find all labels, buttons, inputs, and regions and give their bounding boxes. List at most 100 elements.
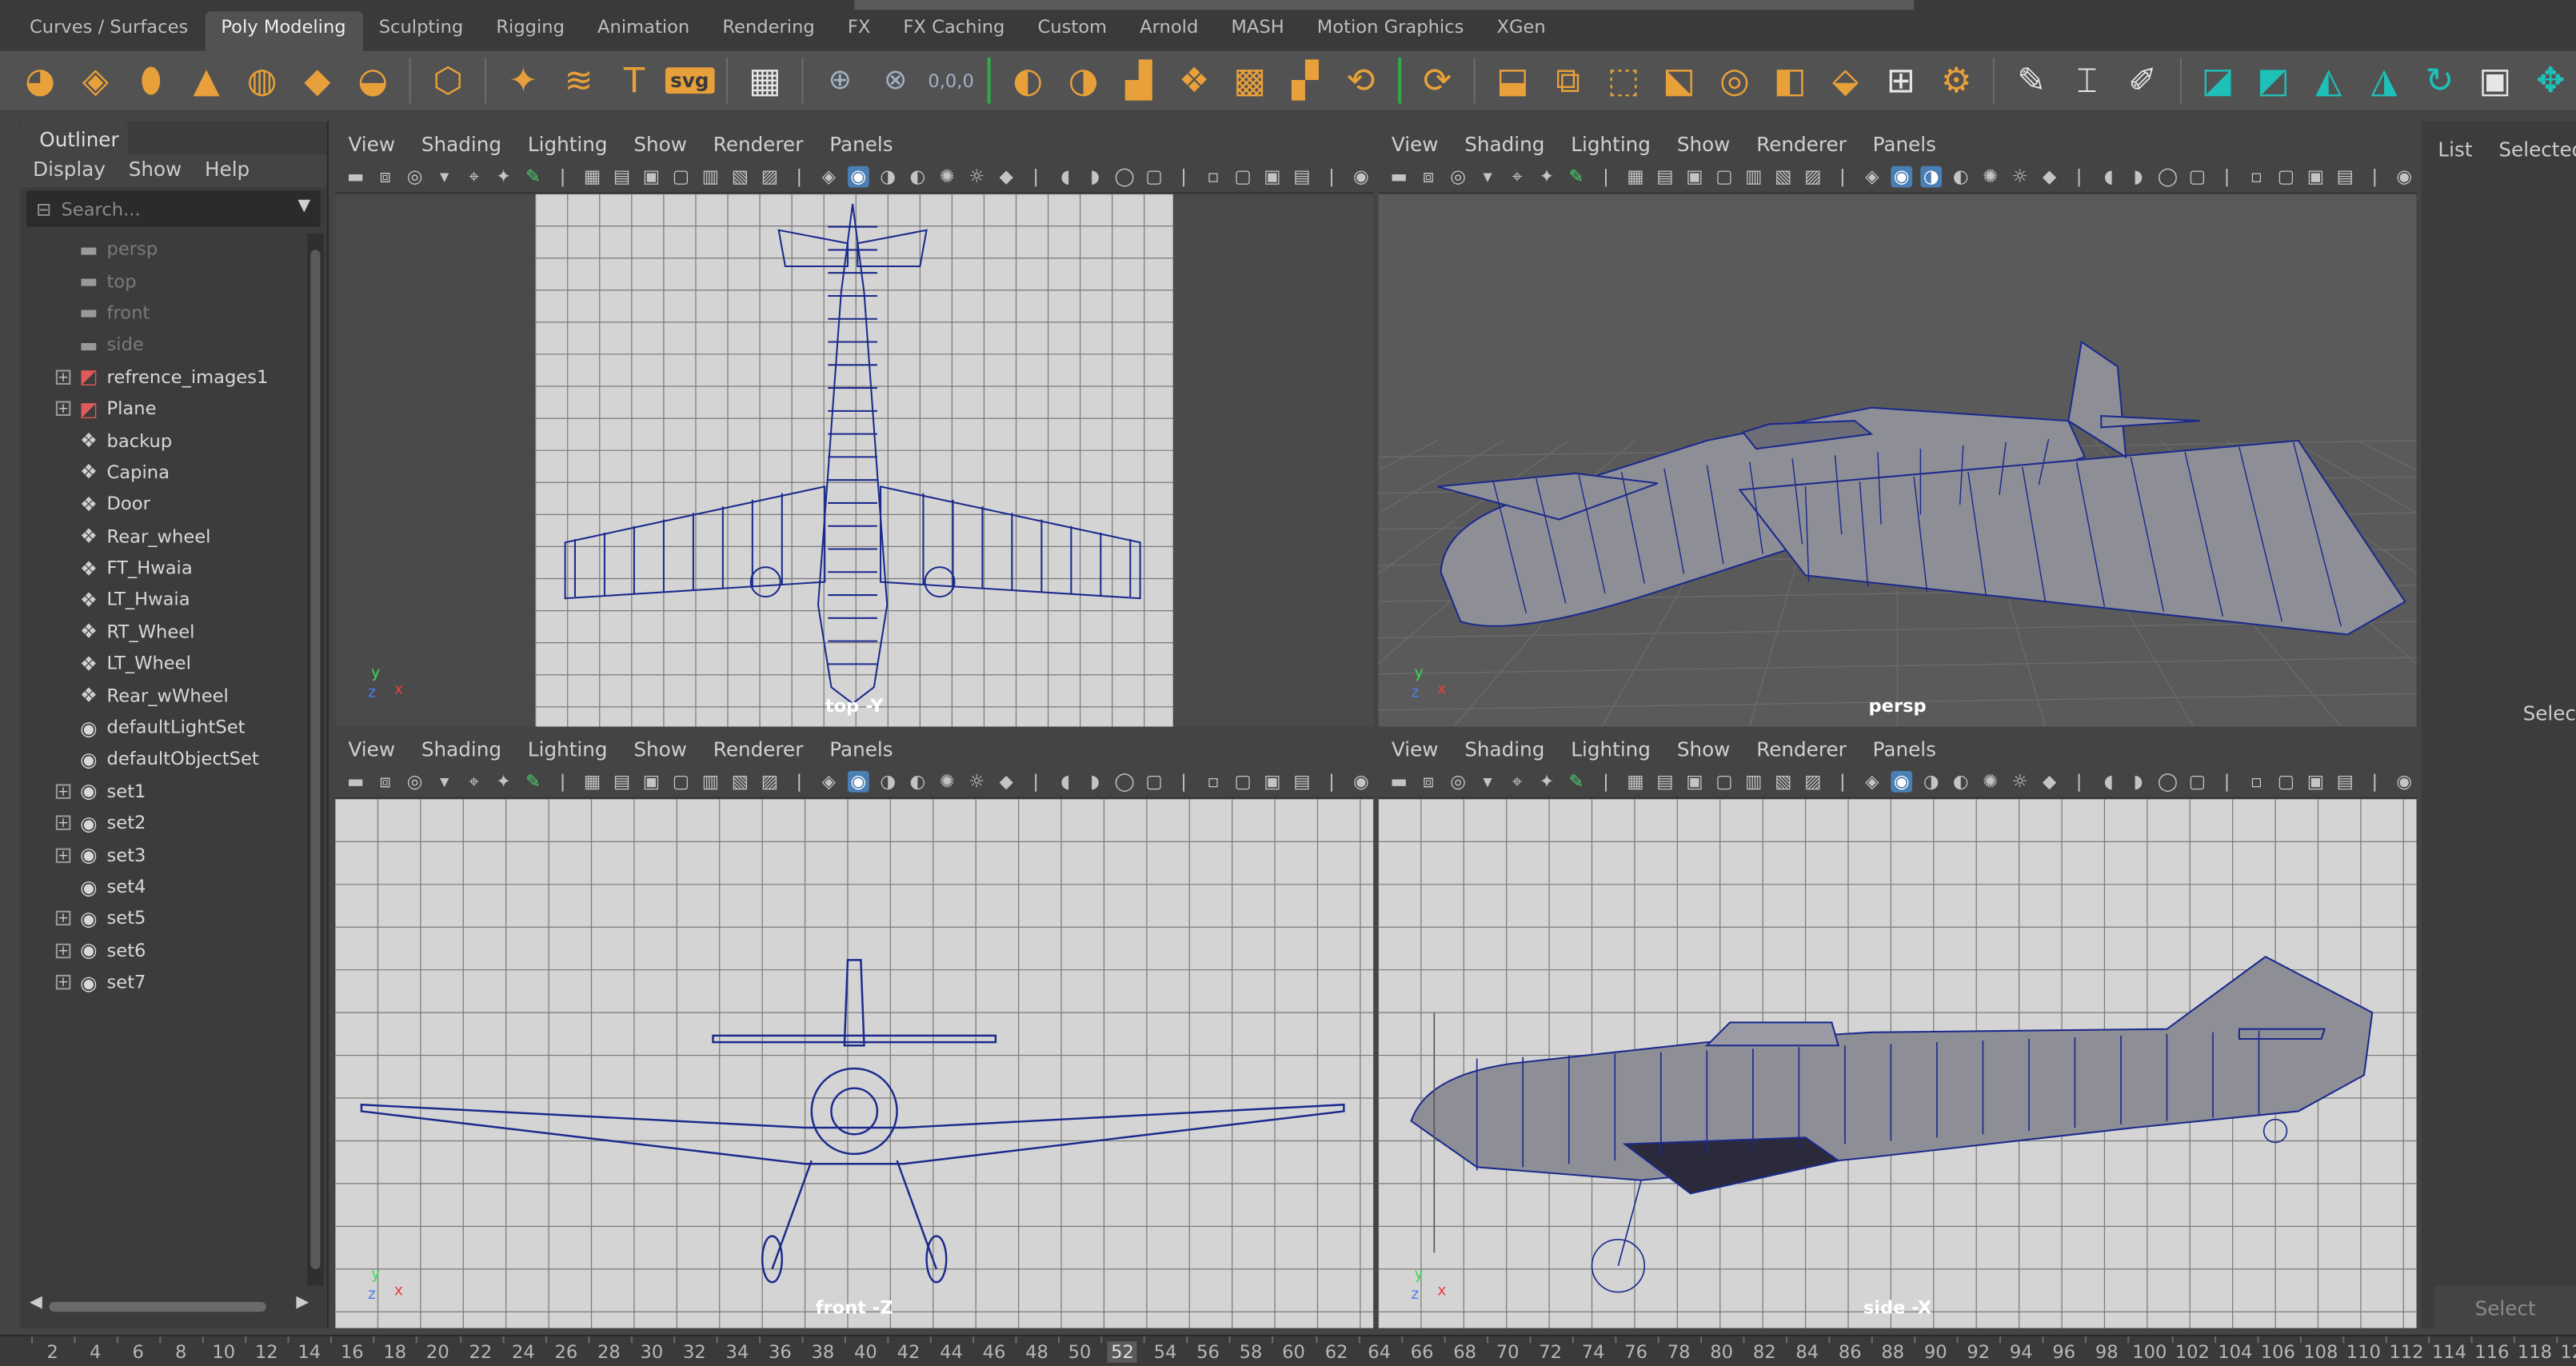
- outliner-item[interactable]: ▬ front: [20, 298, 306, 330]
- viewport-tool-icon[interactable]: ◖: [2098, 166, 2119, 188]
- viewport-tool-icon[interactable]: ◗: [2127, 166, 2149, 188]
- viewport-tool-icon[interactable]: ▧: [729, 166, 751, 188]
- viewport-tool-icon[interactable]: ☼: [2009, 771, 2031, 793]
- viewport-tool-icon[interactable]: ▤: [1655, 166, 1676, 188]
- viewport-tool-icon[interactable]: ◐: [907, 771, 929, 793]
- viewport-menu-lighting[interactable]: Lighting: [1571, 738, 1651, 766]
- shelf-tab-curves-surfaces[interactable]: Curves / Surfaces: [13, 11, 204, 50]
- multi-cut-icon[interactable]: ✎: [2007, 56, 2057, 106]
- viewport-tool-icon[interactable]: ▢: [1714, 771, 1735, 793]
- viewport-tool-icon[interactable]: ⌖: [463, 770, 485, 793]
- viewport-tool-icon[interactable]: ◖: [1055, 166, 1076, 188]
- viewport-menu-panels[interactable]: Panels: [1873, 738, 1936, 766]
- viewport-tool-icon[interactable]: ◑: [1920, 771, 1942, 793]
- outliner-menu-show[interactable]: Show: [129, 158, 182, 187]
- viewport-tool-icon[interactable]: ◉: [1351, 771, 1372, 793]
- poly-cube-icon[interactable]: ◈: [70, 56, 121, 106]
- viewport-tool-icon[interactable]: ✎: [1566, 166, 1588, 188]
- poly-torus-icon[interactable]: ◍: [237, 56, 287, 106]
- mirror-icon[interactable]: ⟲: [1336, 56, 1386, 106]
- outliner-item[interactable]: + ◩ Plane: [20, 393, 306, 425]
- viewport-tool-icon[interactable]: ✎: [1566, 771, 1588, 793]
- grid-panel-icon[interactable]: ▦: [740, 56, 790, 106]
- viewport-menu-renderer[interactable]: Renderer: [713, 738, 804, 766]
- viewport-tool-icon[interactable]: ✺: [937, 166, 958, 188]
- svg-tool-icon[interactable]: svg: [665, 56, 715, 106]
- viewport-tool-icon[interactable]: ▥: [700, 166, 721, 188]
- viewport-tool-icon[interactable]: ⧈: [1418, 770, 1440, 793]
- viewport-tool-icon[interactable]: ▤: [2334, 166, 2356, 188]
- viewport-tool-icon[interactable]: ▢: [2187, 771, 2208, 793]
- shelf-tab-custom[interactable]: Custom: [1021, 11, 1124, 50]
- layout-uv-icon[interactable]: ✥: [2526, 56, 2576, 106]
- viewport-tool-icon[interactable]: ✦: [1536, 771, 1558, 793]
- viewport-menu-view[interactable]: View: [348, 738, 395, 766]
- super-shape-icon[interactable]: ✦: [498, 56, 549, 106]
- viewport-tool-icon[interactable]: ▧: [729, 771, 751, 793]
- viewport-menu-renderer[interactable]: Renderer: [713, 133, 804, 161]
- outliner-item[interactable]: ❖ Capina: [20, 457, 306, 489]
- viewport-tool-icon[interactable]: ▢: [2275, 166, 2297, 188]
- viewport-tool-icon[interactable]: ✦: [493, 166, 514, 188]
- viewport-tool-icon[interactable]: ◯: [1114, 771, 1136, 793]
- viewport-tool-icon[interactable]: ▨: [1802, 771, 1823, 793]
- viewport-tool-icon[interactable]: ◉: [2394, 771, 2415, 793]
- poly-cylinder-icon[interactable]: ⬮: [126, 56, 176, 106]
- viewport-tool-icon[interactable]: ◯: [2157, 771, 2179, 793]
- viewport-tool-icon[interactable]: ◐: [907, 166, 929, 188]
- viewport-tool-icon[interactable]: ✎: [522, 166, 544, 188]
- viewport-tool-icon[interactable]: ▦: [581, 166, 603, 188]
- poly-disc-icon[interactable]: ◒: [348, 56, 398, 106]
- expand-icon[interactable]: +: [55, 369, 71, 385]
- select-button[interactable]: Select: [2434, 1285, 2576, 1328]
- viewport-menu-shading[interactable]: Shading: [1464, 738, 1544, 766]
- outliner-item[interactable]: + ◉ set7: [20, 967, 306, 999]
- outliner-menu-help[interactable]: Help: [205, 158, 250, 187]
- outliner-item[interactable]: + ◉ set6: [20, 935, 306, 967]
- viewport-tool-icon[interactable]: ◆: [996, 166, 1017, 188]
- pivot-icon[interactable]: ⊕: [815, 56, 865, 106]
- viewport-tool-icon[interactable]: ☼: [966, 771, 988, 793]
- poly-sphere-icon[interactable]: ◕: [14, 56, 65, 106]
- viewport-tool-icon[interactable]: ▢: [1232, 166, 1254, 188]
- outliner-item[interactable]: ❖ FT_Hwaia: [20, 552, 306, 584]
- outliner-item[interactable]: ◉ set4: [20, 871, 306, 903]
- expand-icon[interactable]: +: [55, 847, 71, 863]
- expand-icon[interactable]: +: [55, 911, 71, 926]
- viewport-tool-icon[interactable]: ▫: [2246, 166, 2267, 188]
- merge-icon[interactable]: ⚙: [1931, 56, 1982, 106]
- poke-icon[interactable]: ◧: [1765, 56, 1815, 106]
- viewport-tool-icon[interactable]: ◎: [404, 166, 425, 188]
- uv-editor-icon[interactable]: ↻: [2414, 56, 2465, 106]
- outliner-search-input[interactable]: Search...: [61, 198, 140, 220]
- shelf-tab-rendering[interactable]: Rendering: [706, 11, 831, 50]
- viewport-tool-icon[interactable]: ◎: [1448, 166, 1469, 188]
- outliner-vertical-scrollbar[interactable]: [307, 233, 324, 1286]
- viewport-tool-icon[interactable]: ▧: [1772, 166, 1794, 188]
- offset-edge-icon[interactable]: ✐: [2117, 56, 2167, 106]
- viewport-tool-icon[interactable]: ▬: [1388, 166, 1410, 188]
- shelf-tab-xgen[interactable]: XGen: [1480, 11, 1562, 50]
- scroll-left-icon[interactable]: ◀: [30, 1294, 42, 1312]
- bridge-icon[interactable]: ⧉: [1543, 56, 1593, 106]
- outliner-item[interactable]: ❖ Rear_wWheel: [20, 680, 306, 712]
- viewport-tool-icon[interactable]: ▾: [1477, 771, 1499, 793]
- expand-icon[interactable]: +: [55, 784, 71, 799]
- viewport-tool-icon[interactable]: ◈: [818, 771, 840, 793]
- viewport-tool-icon[interactable]: ▥: [700, 771, 721, 793]
- shelf-tab-motion-graphics[interactable]: Motion Graphics: [1300, 11, 1480, 50]
- automatic-map-icon[interactable]: ◮: [2358, 56, 2409, 106]
- viewport-tool-icon[interactable]: ▣: [641, 771, 662, 793]
- viewport-tool-icon[interactable]: ✦: [1536, 166, 1558, 188]
- outliner-item[interactable]: ❖ LT_Wheel: [20, 648, 306, 680]
- platonic-solid-icon[interactable]: ⬡: [423, 56, 473, 106]
- outliner-item[interactable]: ❖ Rear_wheel: [20, 521, 306, 553]
- viewport-canvas[interactable]: y x z persp: [1378, 194, 2417, 727]
- viewport-canvas[interactable]: y x z top -Y: [335, 194, 1374, 727]
- viewport-top[interactable]: View Shading Lighting Show Renderer Panels ▬ ⧈ ◎…: [335, 125, 1374, 727]
- boolean-union-icon[interactable]: ❖: [1169, 56, 1220, 106]
- reduce-icon[interactable]: ▞: [1280, 56, 1330, 106]
- outliner-item[interactable]: ▬ side: [20, 329, 306, 361]
- viewport-tool-icon[interactable]: ▤: [1292, 166, 1313, 188]
- viewport-tool-icon[interactable]: ◐: [1950, 166, 1971, 188]
